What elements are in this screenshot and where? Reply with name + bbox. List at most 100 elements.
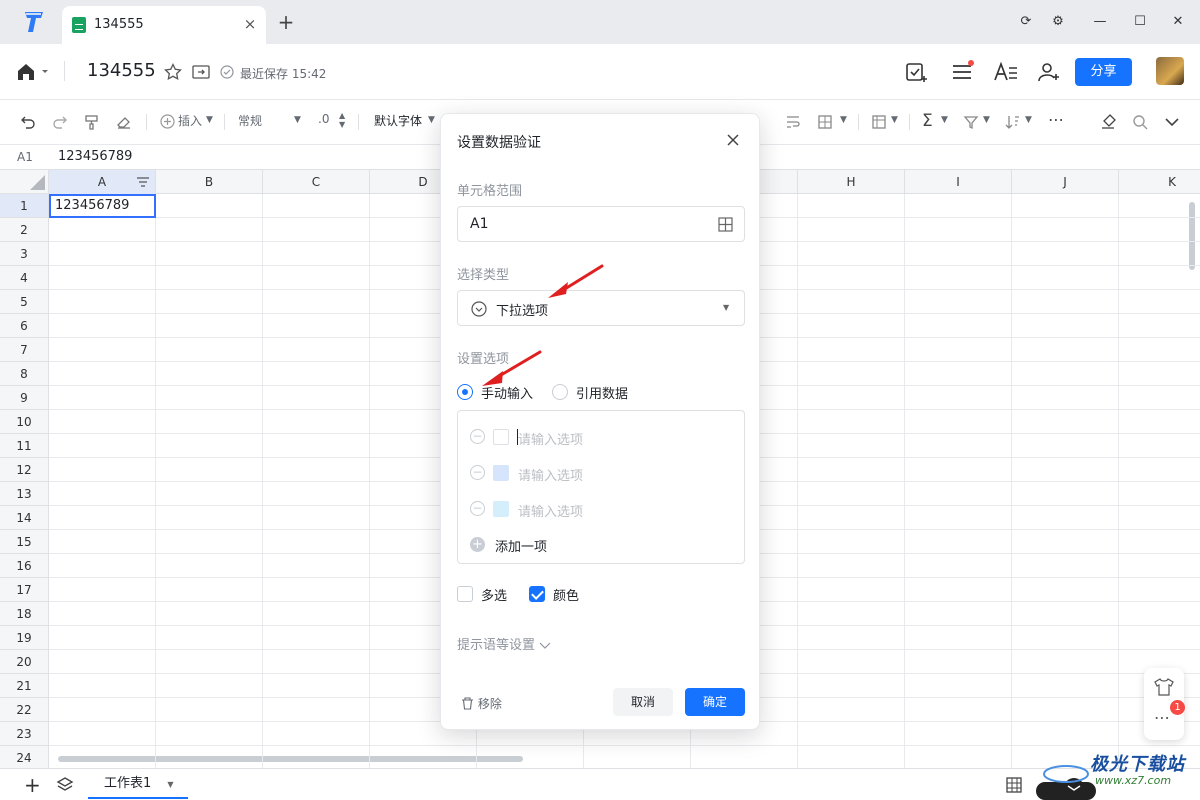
star-icon[interactable]	[164, 63, 182, 81]
brush-icon[interactable]	[1099, 113, 1117, 131]
cell-reference[interactable]: A1	[17, 150, 33, 164]
dialog-close-icon[interactable]	[723, 130, 743, 150]
move-to-folder-icon[interactable]	[192, 64, 210, 80]
tab-document[interactable]: 134555 ×	[62, 6, 266, 44]
task-check-icon[interactable]	[904, 60, 928, 84]
row-header-14[interactable]: 14	[0, 506, 49, 530]
more-tools-icon[interactable]: ⋯	[1048, 110, 1064, 129]
cell-a1[interactable]: 123456789	[49, 194, 156, 218]
share-button[interactable]: 分享	[1075, 58, 1132, 86]
row-header-6[interactable]: 6	[0, 314, 49, 338]
sum-icon[interactable]: Σ	[922, 111, 933, 131]
remove-option-icon[interactable]: −	[470, 429, 485, 444]
refresh-icon[interactable]: ⟳	[1016, 12, 1036, 32]
select-all-corner[interactable]	[0, 170, 49, 194]
cancel-button[interactable]: 取消	[613, 688, 673, 716]
row-header-7[interactable]: 7	[0, 338, 49, 362]
view-mode-icon[interactable]	[1006, 777, 1022, 793]
close-window-button[interactable]: ✕	[1168, 12, 1188, 32]
text-style-icon[interactable]	[993, 60, 1017, 84]
eraser-icon[interactable]	[116, 114, 132, 130]
shirt-icon[interactable]	[1154, 678, 1174, 696]
column-filter-icon[interactable]	[136, 175, 150, 189]
row-header-23[interactable]: 23	[0, 722, 49, 746]
sort-dropdown-icon[interactable]: ▼	[1025, 115, 1032, 125]
decimal-stepper-arrows-icon[interactable]: ▲ ▼	[339, 111, 345, 129]
row-header-19[interactable]: 19	[0, 626, 49, 650]
format-painter-icon[interactable]	[84, 114, 100, 130]
remove-button[interactable]: 移除	[461, 695, 502, 712]
more-icon[interactable]: ⋯	[1154, 708, 1170, 727]
row-header-10[interactable]: 10	[0, 410, 49, 434]
sort-icon[interactable]	[1005, 114, 1021, 130]
row-header-16[interactable]: 16	[0, 554, 49, 578]
add-sheet-button[interactable]: +	[24, 773, 41, 797]
add-option-button[interactable]: + 添加一项	[470, 535, 670, 555]
insert-dropdown-icon[interactable]: ▼	[206, 115, 213, 125]
column-header-b[interactable]: B	[156, 170, 263, 194]
home-icon[interactable]	[16, 61, 50, 83]
sheet-tab-1[interactable]: 工作表1 ▼	[88, 769, 188, 799]
new-tab-button[interactable]: +	[276, 12, 296, 32]
row-header-3[interactable]: 3	[0, 242, 49, 266]
row-header-11[interactable]: 11	[0, 434, 49, 458]
menu-icon[interactable]	[950, 60, 974, 84]
undo-icon[interactable]	[20, 114, 36, 130]
row-header-4[interactable]: 4	[0, 266, 49, 290]
format-dropdown-icon[interactable]: ▼	[294, 115, 301, 125]
font-dropdown-icon[interactable]: ▼	[428, 115, 435, 125]
formula-input[interactable]: 123456789	[58, 149, 132, 164]
row-header-12[interactable]: 12	[0, 458, 49, 482]
filter-dropdown-icon[interactable]: ▼	[983, 115, 990, 125]
sum-dropdown-icon[interactable]: ▼	[941, 115, 948, 125]
row-header-21[interactable]: 21	[0, 674, 49, 698]
range-input[interactable]: A1	[457, 206, 745, 242]
merge-dropdown-icon[interactable]: ▼	[840, 115, 847, 125]
column-header-c[interactable]: C	[263, 170, 370, 194]
merge-cells-icon[interactable]	[817, 114, 833, 130]
filter-icon[interactable]	[963, 114, 979, 130]
document-title[interactable]: 134555	[87, 60, 156, 81]
row-header-18[interactable]: 18	[0, 602, 49, 626]
horizontal-scrollbar[interactable]	[58, 756, 523, 762]
redo-icon[interactable]	[52, 114, 68, 130]
avatar[interactable]	[1156, 57, 1184, 85]
font-family-select[interactable]: 默认字体	[374, 112, 422, 129]
table-style-dropdown-icon[interactable]: ▼	[891, 115, 898, 125]
row-header-17[interactable]: 17	[0, 578, 49, 602]
row-header-24[interactable]: 24	[0, 746, 49, 768]
option-color-swatch[interactable]	[493, 429, 509, 445]
search-icon[interactable]	[1132, 114, 1148, 130]
wrap-text-icon[interactable]	[785, 114, 801, 130]
minimize-button[interactable]: —	[1090, 12, 1110, 32]
row-header-2[interactable]: 2	[0, 218, 49, 242]
column-header-j[interactable]: J	[1012, 170, 1119, 194]
row-header-1[interactable]: 1	[0, 194, 49, 218]
hint-settings-toggle[interactable]: 提示语等设置	[457, 634, 551, 653]
column-header-k[interactable]: K	[1119, 170, 1200, 194]
sheet-tab-dropdown-icon[interactable]: ▼	[167, 780, 173, 789]
number-format-select[interactable]: 常规	[238, 112, 262, 129]
row-header-9[interactable]: 9	[0, 386, 49, 410]
add-collaborator-icon[interactable]	[1037, 60, 1061, 84]
sheet-list-icon[interactable]	[56, 776, 74, 794]
table-style-icon[interactable]	[871, 114, 887, 130]
color-checkbox[interactable]	[529, 586, 545, 602]
column-header-i[interactable]: I	[905, 170, 1012, 194]
confirm-button[interactable]: 确定	[685, 688, 745, 716]
row-header-8[interactable]: 8	[0, 362, 49, 386]
radio-manual-input[interactable]	[457, 384, 473, 400]
settings-icon[interactable]: ⚙	[1048, 12, 1068, 32]
option-color-swatch[interactable]	[493, 465, 509, 481]
option-color-swatch[interactable]	[493, 501, 509, 517]
insert-icon[interactable]	[160, 114, 175, 129]
row-header-15[interactable]: 15	[0, 530, 49, 554]
remove-option-icon[interactable]: −	[470, 465, 485, 480]
insert-button[interactable]: 插入	[178, 112, 202, 129]
decimal-stepper[interactable]: .0	[318, 112, 329, 126]
option-input[interactable]: 请输入选项	[518, 465, 583, 484]
option-input[interactable]: 请输入选项	[518, 501, 583, 520]
vertical-scrollbar[interactable]	[1189, 202, 1195, 270]
remove-option-icon[interactable]: −	[470, 501, 485, 516]
maximize-button[interactable]: ☐	[1130, 12, 1150, 32]
